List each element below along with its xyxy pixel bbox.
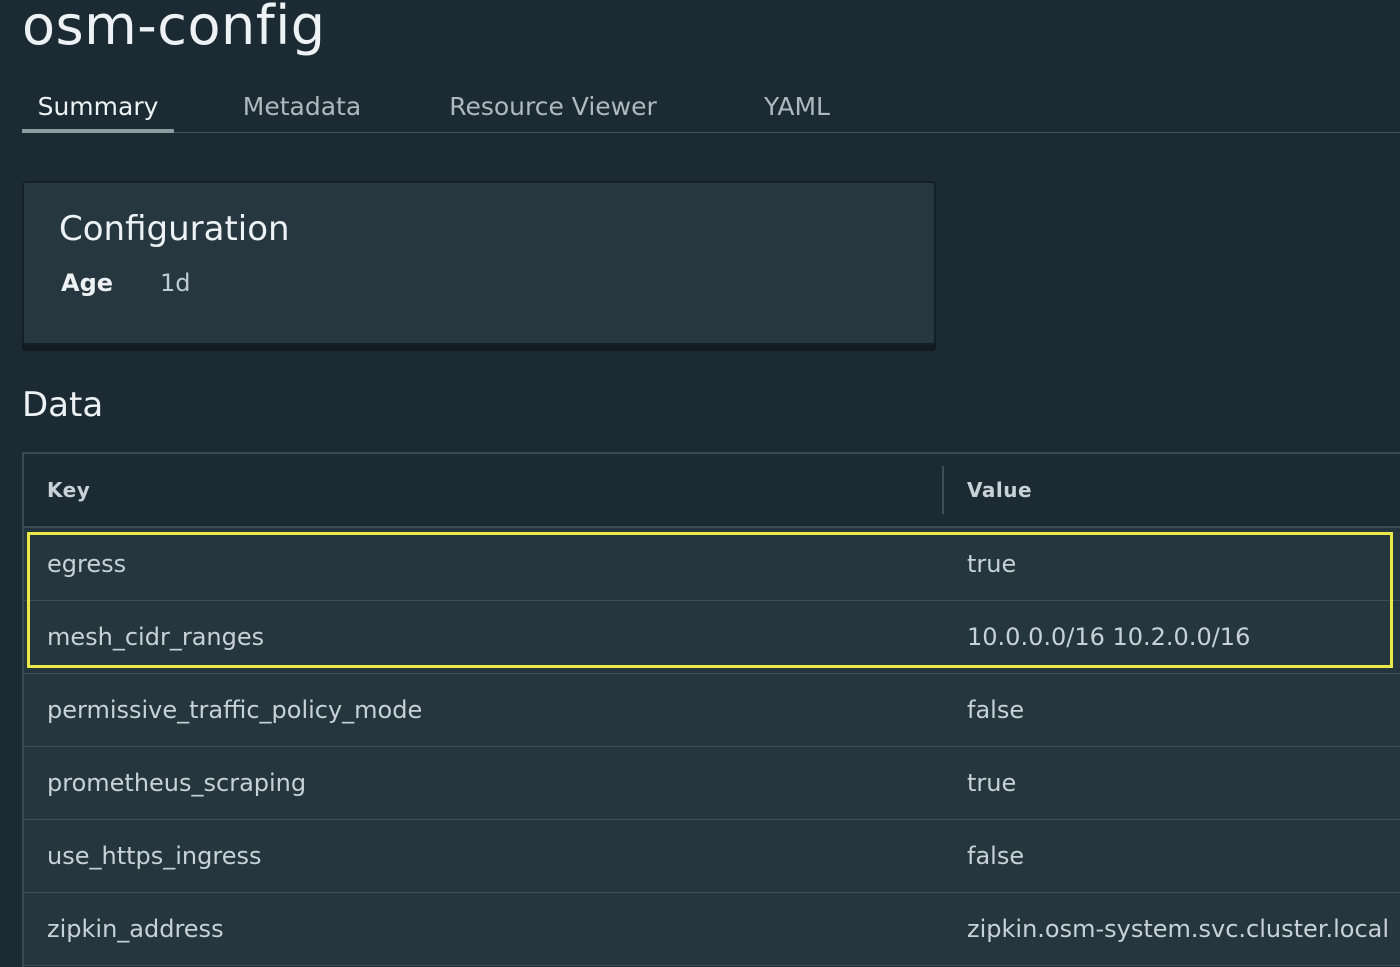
age-label: Age bbox=[61, 269, 114, 297]
row-value: false bbox=[967, 842, 1025, 870]
row-value: zipkin.osm-system.svc.cluster.local bbox=[967, 915, 1390, 943]
tab-summary[interactable]: Summary bbox=[22, 80, 174, 133]
row-value: true bbox=[967, 550, 1017, 578]
age-value: 1d bbox=[160, 269, 191, 297]
page-title: osm-config bbox=[22, 0, 326, 57]
column-resize-handle[interactable] bbox=[942, 466, 944, 514]
tab-bar: Summary Metadata Resource Viewer YAML bbox=[22, 80, 1400, 133]
table-row: zipkin_address zipkin.osm-system.svc.clu… bbox=[24, 893, 1400, 966]
row-key: use_https_ingress bbox=[47, 842, 262, 870]
data-section-title: Data bbox=[22, 385, 104, 425]
row-value: true bbox=[967, 769, 1017, 797]
table-row: prometheus_scraping true bbox=[24, 747, 1400, 820]
table-row: mesh_cidr_ranges 10.0.0.0/16 10.2.0.0/16 bbox=[24, 601, 1400, 674]
tab-yaml[interactable]: YAML bbox=[747, 80, 847, 132]
table-row: use_https_ingress false bbox=[24, 820, 1400, 893]
row-key: egress bbox=[47, 550, 127, 578]
row-key: prometheus_scraping bbox=[47, 769, 307, 797]
row-value: false bbox=[967, 696, 1025, 724]
row-key: permissive_traffic_policy_mode bbox=[47, 696, 423, 724]
tab-metadata[interactable]: Metadata bbox=[227, 80, 377, 132]
row-key: mesh_cidr_ranges bbox=[47, 623, 265, 651]
row-value: 10.0.0.0/16 10.2.0.0/16 bbox=[967, 623, 1251, 651]
tab-resource-viewer[interactable]: Resource Viewer bbox=[432, 80, 674, 132]
row-key: zipkin_address bbox=[47, 915, 224, 943]
table-body: egress true mesh_cidr_ranges 10.0.0.0/16… bbox=[24, 528, 1400, 966]
column-header-value[interactable]: Value bbox=[967, 454, 1032, 526]
table-row: egress true bbox=[24, 528, 1400, 601]
table-row: permissive_traffic_policy_mode false bbox=[24, 674, 1400, 747]
table-header: Key Value bbox=[24, 454, 1400, 528]
configuration-card-title: Configuration bbox=[59, 209, 290, 249]
column-header-key[interactable]: Key bbox=[47, 454, 90, 526]
configuration-card: Configuration Age 1d bbox=[22, 181, 936, 345]
data-table: Key Value egress true mesh_cidr_ranges 1… bbox=[22, 452, 1400, 967]
